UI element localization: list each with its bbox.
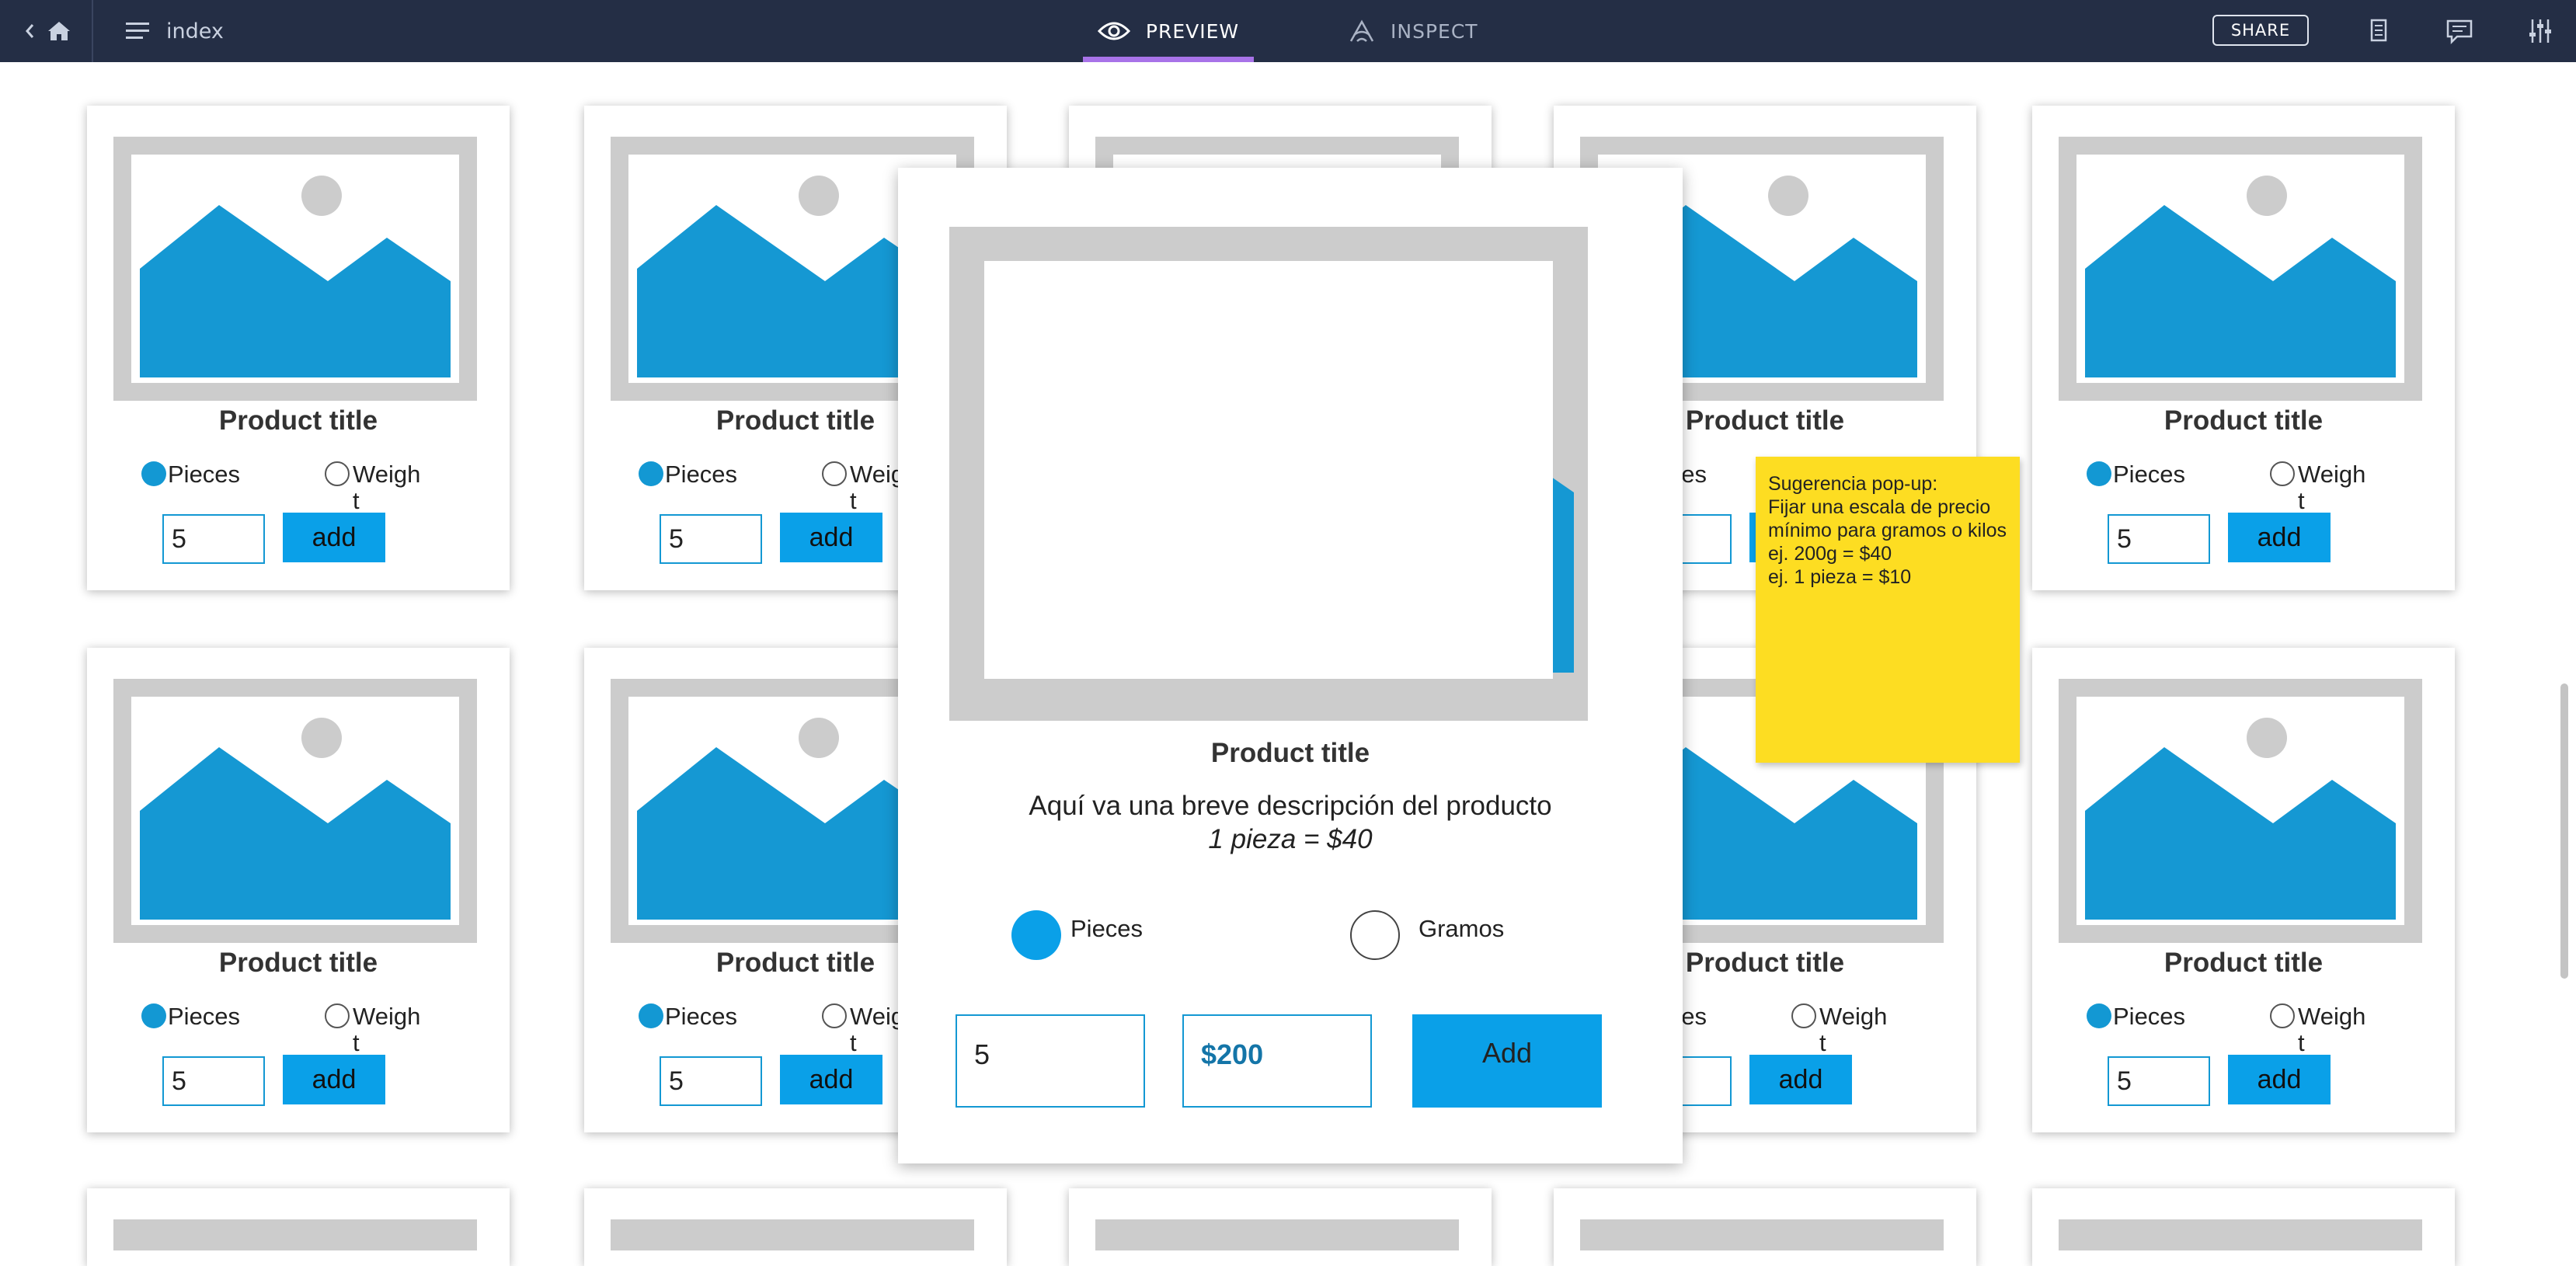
quantity-input[interactable]: 5 — [162, 1056, 265, 1106]
product-card: Product title Pieces Weight 5 add — [87, 648, 510, 1132]
unit-price-note: 1 pieza = $40 — [1208, 824, 1373, 854]
pieces-radio[interactable] — [639, 461, 663, 486]
product-card — [1069, 1188, 1492, 1266]
document-icon[interactable] — [2363, 16, 2394, 47]
weight-radio[interactable] — [2270, 461, 2295, 486]
weight-label: Weight — [353, 461, 421, 514]
pieces-label: Pieces — [168, 461, 241, 488]
product-card: Product title Pieces Weight 5 add — [2032, 106, 2455, 590]
pieces-radio[interactable] — [2087, 1003, 2111, 1028]
add-button[interactable]: add — [283, 1055, 385, 1104]
tab-preview-label: PREVIEW — [1145, 19, 1240, 43]
quantity-input[interactable]: 5 — [2108, 1056, 2210, 1106]
quantity-input[interactable]: 5 — [162, 514, 265, 564]
product-image — [113, 1219, 477, 1250]
settings-sliders-icon[interactable] — [2525, 16, 2556, 47]
chevron-left-icon — [26, 24, 34, 38]
quantity-input[interactable]: 5 — [660, 1056, 762, 1106]
page-menu-button[interactable]: index — [126, 17, 224, 45]
image-placeholder-icon — [2085, 718, 2396, 920]
pieces-radio[interactable] — [1011, 910, 1061, 960]
add-button[interactable]: add — [1749, 1055, 1852, 1104]
product-card — [1554, 1188, 1976, 1266]
product-image — [2059, 1219, 2422, 1250]
pieces-radio[interactable] — [141, 1003, 166, 1028]
product-image — [1095, 1219, 1459, 1250]
tab-inspect[interactable]: INSPECT — [1349, 0, 1478, 62]
quantity-input[interactable]: 5 — [956, 1014, 1145, 1108]
weight-label: Weight — [2298, 461, 2366, 514]
add-button[interactable]: add — [283, 513, 385, 562]
product-detail-modal: Product title Aquí va una breve descripc… — [898, 168, 1683, 1163]
price-field: $200 — [1182, 1014, 1372, 1108]
quantity-input[interactable]: 5 — [2108, 514, 2210, 564]
add-button[interactable]: add — [780, 1055, 882, 1104]
tab-preview[interactable]: PREVIEW — [1083, 0, 1254, 62]
product-title: Product title — [218, 948, 378, 978]
share-button[interactable]: SHARE — [2212, 15, 2309, 46]
modal-add-button[interactable]: Add — [1412, 1014, 1602, 1108]
product-card — [584, 1188, 1007, 1266]
modal-product-title: Product title — [1210, 738, 1370, 768]
home-icon — [48, 22, 70, 40]
divider — [92, 0, 93, 62]
image-placeholder-icon — [140, 176, 451, 377]
product-image — [2059, 137, 2422, 401]
pieces-label: Pieces — [2113, 461, 2186, 488]
image-placeholder-icon — [140, 718, 451, 920]
pieces-label: Pieces — [665, 461, 738, 488]
weight-radio[interactable] — [325, 461, 350, 486]
sticky-note-text: Sugerencia pop-up: Fijar una escala de p… — [1768, 473, 2007, 588]
image-placeholder-icon — [2085, 176, 2396, 377]
weight-radio[interactable] — [822, 1003, 847, 1028]
back-home-button[interactable] — [22, 17, 89, 45]
eye-icon — [1097, 22, 1130, 40]
quantity-input[interactable]: 5 — [660, 514, 762, 564]
product-image — [1580, 1219, 1944, 1250]
product-title: Product title — [2163, 405, 2324, 436]
comment-icon[interactable] — [2444, 16, 2475, 47]
grams-radio[interactable] — [1350, 910, 1400, 960]
product-title: Product title — [218, 405, 378, 436]
pieces-radio[interactable] — [141, 461, 166, 486]
pieces-label: Pieces — [1070, 915, 1144, 942]
weight-radio[interactable] — [822, 461, 847, 486]
product-image — [113, 137, 477, 401]
weight-radio[interactable] — [2270, 1003, 2295, 1028]
product-card: Product title Pieces Weight 5 add — [2032, 648, 2455, 1132]
product-card — [2032, 1188, 2455, 1266]
vertical-scrollbar[interactable] — [2560, 683, 2568, 979]
weight-label: Weight — [1819, 1003, 1888, 1056]
product-card: Product title Pieces Weight 5 add — [87, 106, 510, 590]
weight-radio[interactable] — [325, 1003, 350, 1028]
product-card — [87, 1188, 510, 1266]
grams-label: Gramos — [1419, 915, 1505, 942]
top-bar: index PREVIEW INSPECT SHARE — [0, 0, 2576, 62]
weight-label: Weight — [353, 1003, 421, 1056]
weight-radio[interactable] — [1791, 1003, 1816, 1028]
pieces-label: Pieces — [168, 1003, 241, 1030]
pieces-label: Pieces — [2113, 1003, 2186, 1030]
product-image — [113, 679, 477, 943]
add-button[interactable]: add — [2228, 1055, 2331, 1104]
product-description: Aquí va una breve descripción del produc… — [1029, 791, 1552, 821]
pieces-radio[interactable] — [639, 1003, 663, 1028]
tab-inspect-label: INSPECT — [1391, 19, 1478, 43]
sticky-note: Sugerencia pop-up: Fijar una escala de p… — [1756, 457, 2020, 763]
weight-label: Weight — [2298, 1003, 2366, 1056]
pieces-label: Pieces — [665, 1003, 738, 1030]
pieces-radio[interactable] — [2087, 461, 2111, 486]
add-button[interactable]: add — [2228, 513, 2331, 562]
product-image — [2059, 679, 2422, 943]
add-button[interactable]: add — [780, 513, 882, 562]
product-image — [949, 227, 1588, 721]
inspect-icon — [1349, 19, 1374, 42]
page-name: index — [166, 19, 224, 43]
product-title: Product title — [2163, 948, 2324, 978]
product-image — [611, 1219, 974, 1250]
hamburger-icon — [126, 23, 149, 39]
